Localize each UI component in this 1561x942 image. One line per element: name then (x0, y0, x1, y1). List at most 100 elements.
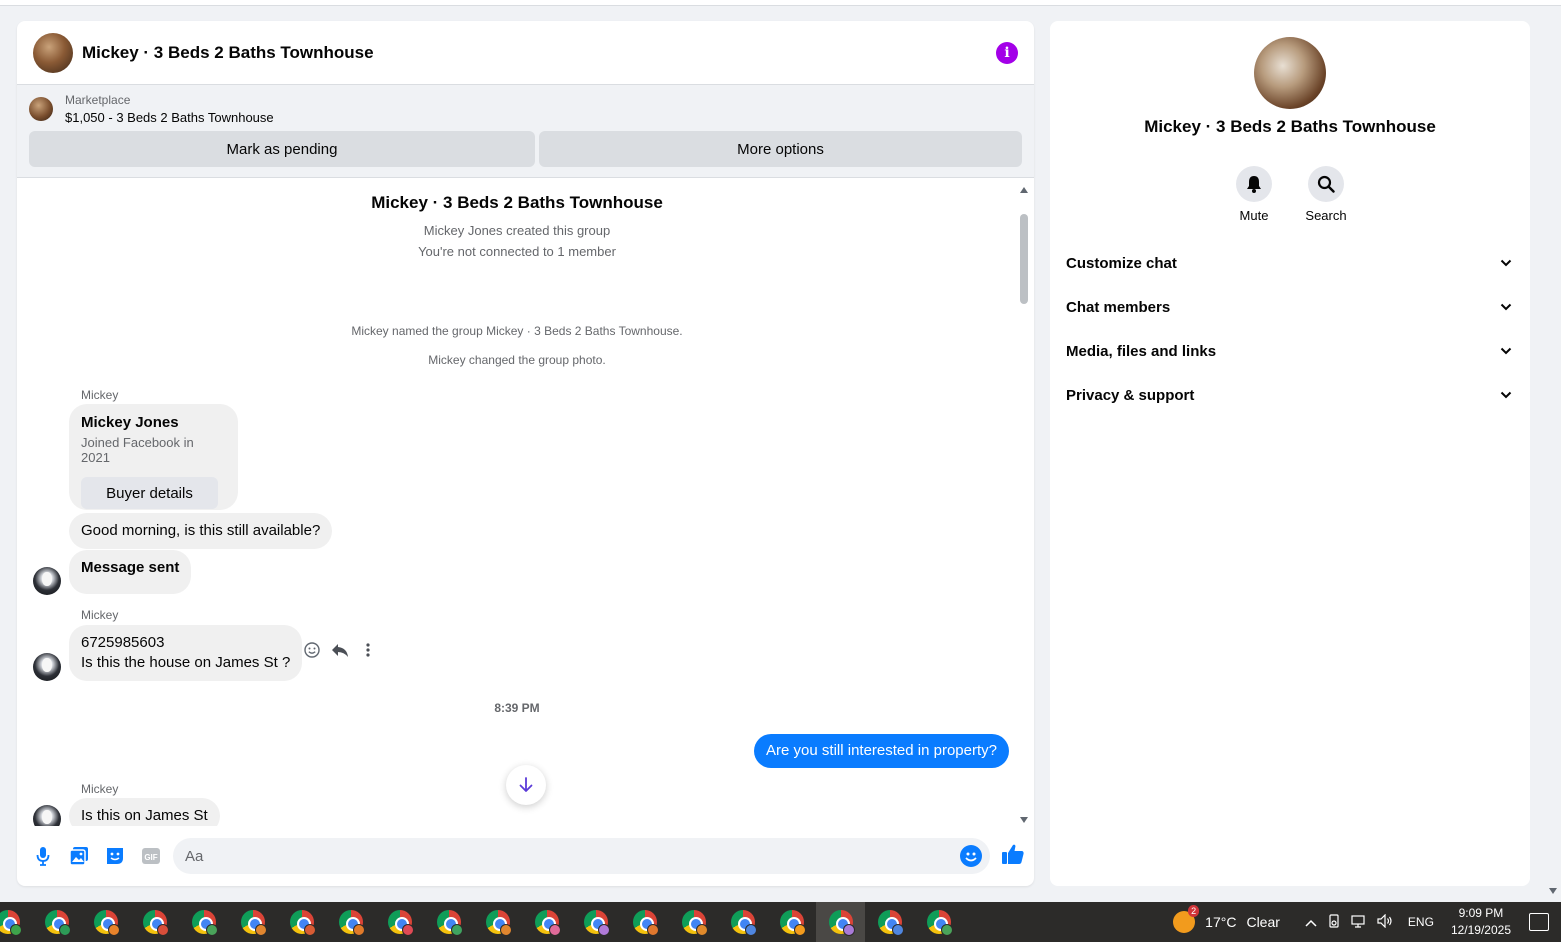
network-icon[interactable] (1351, 914, 1367, 931)
mute-button[interactable]: Mute (1234, 166, 1274, 223)
customize-chat-section[interactable]: Customize chat (1066, 241, 1514, 285)
chrome-taskbar-app[interactable] (767, 902, 816, 942)
profile-badge-icon (745, 924, 757, 936)
emoji-icon[interactable] (960, 845, 982, 867)
weather-widget[interactable]: 2 17°C Clear (1173, 905, 1280, 933)
avatar[interactable] (33, 653, 61, 681)
chrome-taskbar-app[interactable] (32, 902, 81, 942)
message-line: Is this the house on James St ? (81, 654, 291, 671)
profile-badge-icon (647, 924, 659, 936)
message-list[interactable]: Mickey · 3 Beds 2 Baths Townhouse Mickey… (17, 183, 1034, 826)
mark-as-pending-button[interactable]: Mark as pending (29, 131, 535, 167)
notification-icon[interactable] (1529, 913, 1549, 931)
profile-badge-icon (549, 924, 561, 936)
scroll-up-arrow[interactable] (1020, 187, 1028, 193)
microphone-icon[interactable] (31, 844, 55, 868)
section-label: Customize chat (1066, 254, 1177, 272)
conversation-name: Mickey · 3 Beds 2 Baths Townhouse (1144, 117, 1436, 136)
search-button[interactable]: Search (1305, 166, 1347, 223)
scroll-to-bottom-button[interactable] (506, 765, 546, 805)
profile-badge-icon (892, 924, 904, 936)
taskbar-apps (0, 902, 963, 942)
buyer-name[interactable]: Mickey Jones (81, 414, 226, 431)
chrome-taskbar-app[interactable] (865, 902, 914, 942)
profile-badge-icon (206, 924, 218, 936)
listing-title[interactable]: $1,050 - 3 Beds 2 Baths Townhouse (65, 110, 274, 125)
system-message-named: Mickey named the group Mickey · 3 Beds 2… (351, 324, 683, 338)
scroll-down-arrow[interactable] (1020, 817, 1028, 823)
more-options-button[interactable]: More options (539, 131, 1022, 167)
bell-icon (1247, 176, 1261, 193)
scrollbar[interactable] (1018, 187, 1030, 823)
profile-badge-icon (500, 924, 512, 936)
chrome-taskbar-app[interactable] (718, 902, 767, 942)
device-icon[interactable] (1327, 913, 1341, 931)
weather-condition: Clear (1246, 914, 1280, 930)
buyer-details-button[interactable]: Buyer details (81, 477, 218, 509)
section-label: Media, files and links (1066, 342, 1217, 360)
chrome-taskbar-app[interactable] (81, 902, 130, 942)
chat-members-section[interactable]: Chat members (1066, 285, 1514, 329)
chevron-up-icon[interactable] (1305, 914, 1317, 930)
privacy-support-section[interactable]: Privacy & support (1066, 373, 1514, 417)
chrome-taskbar-app[interactable] (424, 902, 473, 942)
chrome-taskbar-app[interactable] (0, 902, 32, 942)
more-icon[interactable] (359, 641, 377, 659)
sender-name: Mickey (81, 608, 119, 622)
photo-icon[interactable] (67, 844, 91, 868)
message-bubble[interactable]: Message sent (69, 550, 192, 594)
volume-icon[interactable] (1377, 913, 1393, 931)
chrome-taskbar-app[interactable] (277, 902, 326, 942)
outgoing-message-bubble[interactable]: Are you still interested in property? (754, 734, 1009, 768)
profile-badge-icon (451, 924, 463, 936)
taskbar: 2 17°C Clear ENG 9:09 PM 12/19/2025 (0, 902, 1561, 942)
chrome-taskbar-app[interactable] (669, 902, 718, 942)
chrome-taskbar-app[interactable] (620, 902, 669, 942)
language-indicator[interactable]: ENG (1408, 915, 1434, 929)
chevron-down-icon (1500, 347, 1512, 355)
sticker-icon[interactable] (103, 844, 127, 868)
message-bubble[interactable]: Is this on James St (69, 798, 220, 826)
group-photo[interactable] (1254, 37, 1326, 109)
chrome-taskbar-app[interactable] (914, 902, 963, 942)
marketplace-label: Marketplace (65, 93, 131, 107)
chat-title[interactable]: Mickey · 3 Beds 2 Baths Townhouse (82, 43, 374, 63)
mute-label: Mute (1239, 208, 1269, 223)
react-icon[interactable] (303, 641, 321, 659)
chrome-taskbar-app[interactable] (130, 902, 179, 942)
profile-badge-icon (794, 924, 806, 936)
media-files-links-section[interactable]: Media, files and links (1066, 329, 1514, 373)
chrome-taskbar-app[interactable] (228, 902, 277, 942)
chrome-taskbar-app[interactable] (326, 902, 375, 942)
buyer-card: Mickey Jones Joined Facebook in 2021 Buy… (69, 404, 238, 510)
avatar[interactable] (33, 805, 61, 826)
chrome-taskbar-app[interactable] (179, 902, 228, 942)
weather-moon-icon: 2 (1173, 905, 1200, 933)
thumbs-up-icon[interactable] (1001, 842, 1025, 866)
search-label: Search (1305, 208, 1347, 223)
clock[interactable]: 9:09 PM 12/19/2025 (1451, 905, 1511, 939)
reply-icon[interactable] (331, 641, 349, 659)
listing-thumbnail[interactable] (29, 97, 53, 121)
chevron-down-icon (1500, 259, 1512, 267)
profile-badge-icon (402, 924, 414, 936)
chrome-taskbar-app[interactable] (816, 902, 865, 942)
chrome-taskbar-app[interactable] (473, 902, 522, 942)
info-icon[interactable]: i (996, 41, 1018, 64)
message-input[interactable] (185, 847, 925, 865)
gif-icon[interactable]: GIF (139, 844, 163, 868)
svg-text:GIF: GIF (144, 853, 157, 862)
chat-panel: Mickey · 3 Beds 2 Baths Townhouse i Mark… (17, 21, 1034, 886)
profile-badge-icon (255, 924, 267, 936)
page-scroll-down-arrow[interactable] (1549, 888, 1557, 894)
message-bubble[interactable]: Good morning, is this still available? (69, 513, 333, 549)
message-bubble[interactable]: 6725985603 Is this the house on James St… (69, 625, 303, 681)
scrollbar-thumb[interactable] (1020, 214, 1028, 304)
chrome-taskbar-app[interactable] (571, 902, 620, 942)
profile-badge-icon (157, 924, 169, 936)
clock-time: 9:09 PM (1458, 906, 1504, 920)
chrome-taskbar-app[interactable] (522, 902, 571, 942)
avatar[interactable] (33, 567, 61, 595)
chrome-taskbar-app[interactable] (375, 902, 424, 942)
group-avatar[interactable] (33, 32, 73, 73)
